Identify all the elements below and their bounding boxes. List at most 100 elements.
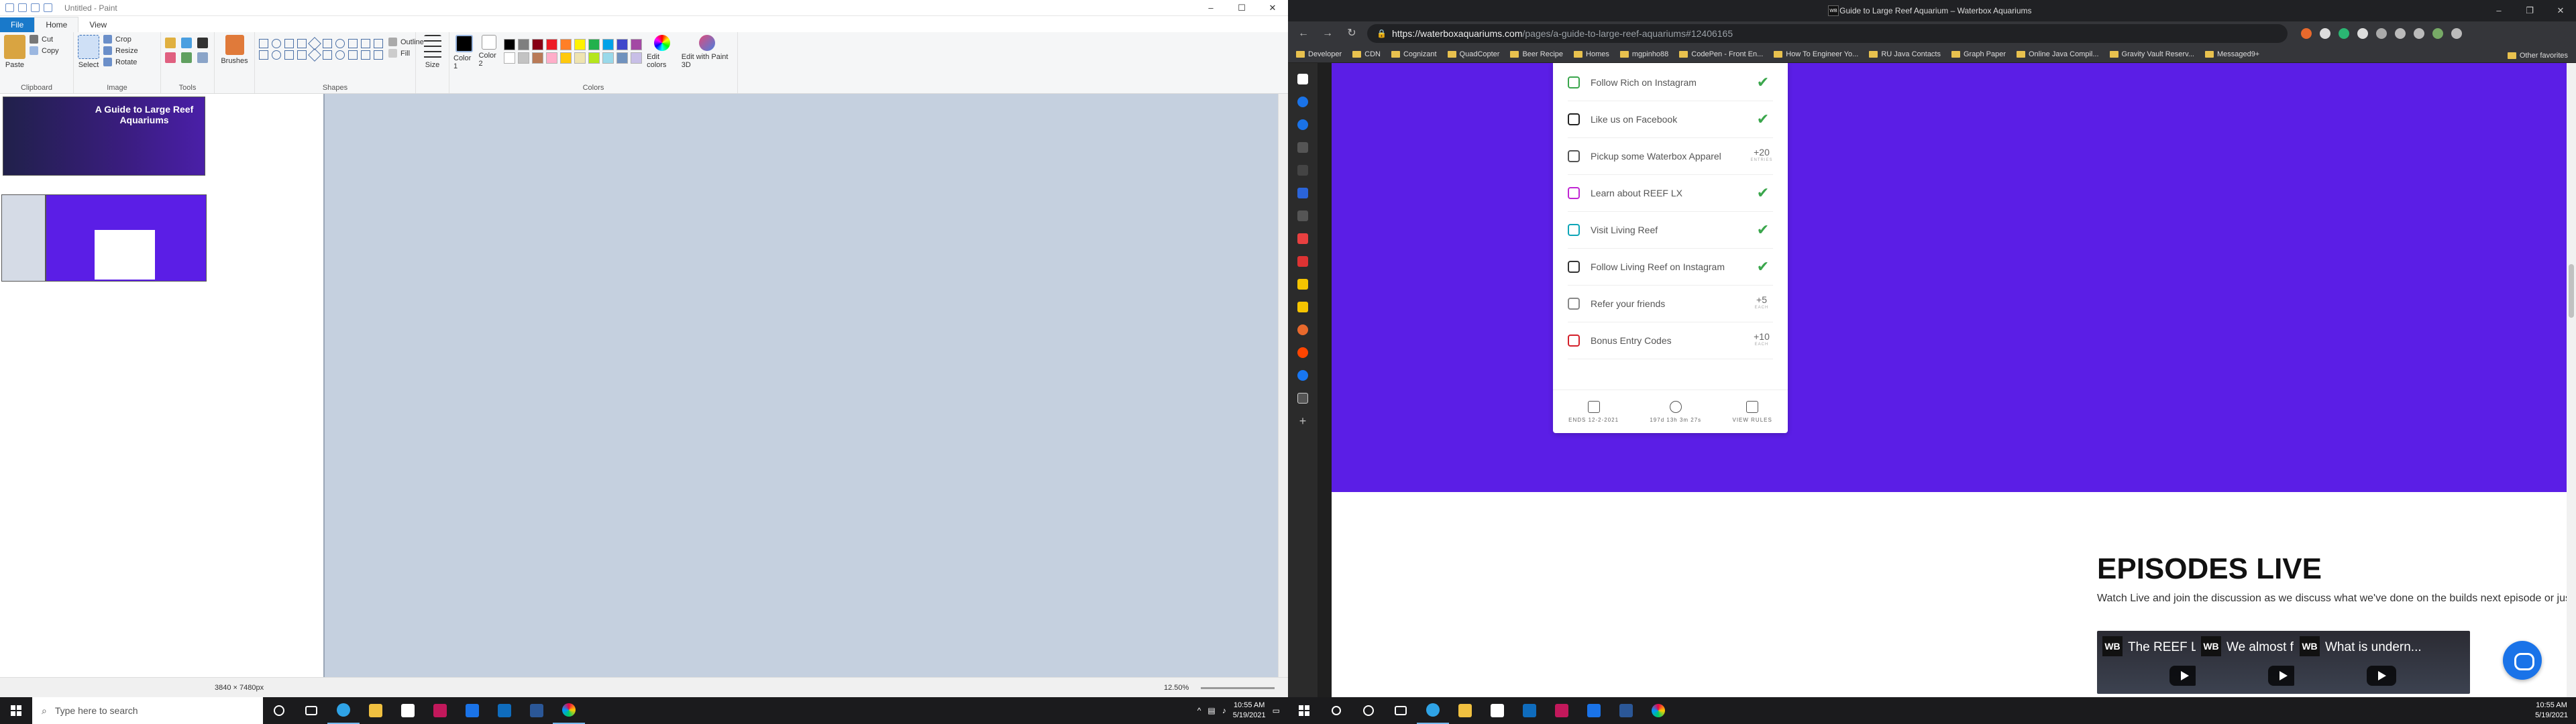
zoom-slider[interactable] [1201, 687, 1275, 689]
entry-row[interactable]: Bonus Entry Codes +10 EACH [1568, 322, 1773, 359]
palette-swatch[interactable] [616, 52, 629, 64]
taskbar-app[interactable] [424, 697, 456, 724]
sidebar-icon[interactable] [1297, 74, 1308, 84]
palette-swatch[interactable] [616, 39, 629, 50]
redo-icon[interactable] [44, 3, 52, 12]
copy-button[interactable]: Copy [30, 46, 59, 55]
tab-view[interactable]: View [78, 17, 117, 32]
taskbar-explorer[interactable] [1449, 697, 1481, 724]
play-icon[interactable] [2367, 666, 2396, 686]
sidebar-icon[interactable] [1297, 324, 1308, 335]
bookmark-item[interactable]: mgpinho88 [1619, 50, 1668, 58]
magnifier-icon[interactable] [197, 52, 208, 63]
resize-button[interactable]: Resize [103, 46, 138, 55]
entry-row[interactable]: Follow Living Reef on Instagram ✔ [1568, 249, 1773, 286]
paste-button[interactable]: Paste [4, 35, 25, 69]
sidebar-icon[interactable] [1297, 233, 1308, 244]
sidebar-icon[interactable] [1297, 188, 1308, 198]
rotate-button[interactable]: Rotate [103, 58, 138, 66]
taskbar-edge[interactable] [327, 697, 360, 724]
cortana-icon[interactable] [263, 697, 295, 724]
extension-icon[interactable] [2301, 28, 2312, 39]
bookmark-item[interactable]: RU Java Contacts [1869, 50, 1941, 58]
browser-restore-button[interactable]: ❐ [2514, 0, 2545, 21]
taskbar-store[interactable] [1481, 697, 1513, 724]
palette-swatch[interactable] [574, 39, 586, 50]
network-icon[interactable]: ▤ [1208, 706, 1215, 715]
taskbar-word[interactable] [521, 697, 553, 724]
paint-canvas[interactable]: A Guide to Large Reef Aquariums [0, 94, 325, 677]
palette-swatch[interactable] [560, 52, 572, 64]
palette-swatch[interactable] [518, 39, 530, 50]
taskbar-word[interactable] [1610, 697, 1642, 724]
bookmark-item[interactable]: Online Java Compil... [2016, 50, 2099, 58]
taskbar-edge[interactable] [1417, 697, 1449, 724]
taskbar-clock[interactable]: 10:55 AM 5/19/2021 [1233, 701, 1266, 721]
entry-row[interactable]: Visit Living Reef ✔ [1568, 212, 1773, 249]
profile-icon[interactable] [2432, 28, 2443, 39]
other-favorites[interactable]: Other favorites [2507, 52, 2568, 60]
bookmark-item[interactable]: Gravity Vault Reserv... [2109, 50, 2194, 58]
palette-swatch[interactable] [631, 39, 643, 50]
color-picker-icon[interactable] [181, 52, 192, 63]
palette-swatch[interactable] [574, 52, 586, 64]
taskbar-app[interactable] [1546, 697, 1578, 724]
extension-icon[interactable] [2339, 28, 2349, 39]
bookmark-item[interactable]: How To Engineer Yo... [1774, 50, 1858, 58]
browser-minimize-button[interactable]: – [2483, 0, 2514, 21]
tab-home[interactable]: Home [34, 17, 79, 32]
volume-icon[interactable]: ♪ [1222, 706, 1226, 715]
bookmark-item[interactable]: QuadCopter [1447, 50, 1499, 58]
page-scrollbar[interactable] [2567, 63, 2576, 697]
taskbar-explorer[interactable] [360, 697, 392, 724]
task-view-icon[interactable] [1385, 697, 1417, 724]
color2-button[interactable]: Color 2 [479, 35, 500, 68]
taskbar-clock-2[interactable]: 10:55 AM 5/19/2021 [2535, 701, 2568, 721]
collections-icon[interactable] [2414, 28, 2424, 39]
view-rules-link[interactable]: VIEW RULES [1732, 400, 1772, 423]
play-icon[interactable] [2169, 666, 2199, 686]
taskbar-outlook[interactable] [488, 697, 521, 724]
refresh-icon[interactable]: ↻ [1343, 25, 1360, 42]
palette-swatch[interactable] [631, 52, 643, 64]
entry-row[interactable]: Like us on Facebook ✔ [1568, 101, 1773, 138]
palette-swatch[interactable] [588, 39, 600, 50]
extension-icon[interactable] [2357, 28, 2368, 39]
video-embed-3[interactable]: WB What is undern... [2294, 631, 2470, 694]
palette-swatch[interactable] [546, 52, 558, 64]
brushes-button[interactable]: Brushes [219, 35, 250, 65]
reddit-icon[interactable] [1297, 347, 1308, 358]
undo-icon[interactable] [31, 3, 40, 12]
taskbar-search[interactable]: ⌕ Type here to search [32, 697, 263, 724]
sidebar-icon[interactable] [1297, 165, 1308, 176]
palette-swatch[interactable] [504, 39, 516, 50]
facebook-icon[interactable] [1297, 370, 1308, 381]
color1-button[interactable]: Color 1 [453, 35, 475, 70]
edit-paint3d-button[interactable]: Edit with Paint 3D [682, 35, 733, 69]
cortana-icon[interactable] [1352, 697, 1385, 724]
taskbar-store[interactable] [392, 697, 424, 724]
palette-swatch[interactable] [602, 39, 614, 50]
scrollbar-thumb[interactable] [2569, 264, 2574, 318]
taskbar-paint[interactable] [553, 697, 585, 724]
tab-file[interactable]: File [0, 17, 35, 32]
chat-button[interactable] [2503, 641, 2542, 680]
close-button[interactable]: ✕ [1257, 3, 1288, 13]
start-button[interactable] [0, 697, 32, 724]
palette-swatch[interactable] [504, 52, 516, 64]
entry-row[interactable]: Pickup some Waterbox Apparel +20 ENTRIES [1568, 138, 1773, 175]
bookmark-item[interactable]: Homes [1574, 50, 1609, 58]
start-button-2[interactable] [1288, 697, 1320, 724]
search-icon[interactable] [1320, 697, 1352, 724]
bookmark-item[interactable]: Cognizant [1391, 50, 1437, 58]
taskbar-app[interactable] [1578, 697, 1610, 724]
tray-chevron-icon[interactable]: ^ [1197, 706, 1201, 715]
sidebar-icon[interactable] [1297, 279, 1308, 290]
back-icon[interactable]: ← [1295, 25, 1312, 42]
crop-button[interactable]: Crop [103, 35, 138, 44]
paint-vertical-scrollbar[interactable] [1278, 94, 1288, 677]
browser-close-button[interactable]: ✕ [2545, 0, 2576, 21]
palette-swatch[interactable] [588, 52, 600, 64]
favorites-icon[interactable] [2395, 28, 2406, 39]
size-button[interactable]: Size [420, 35, 445, 69]
